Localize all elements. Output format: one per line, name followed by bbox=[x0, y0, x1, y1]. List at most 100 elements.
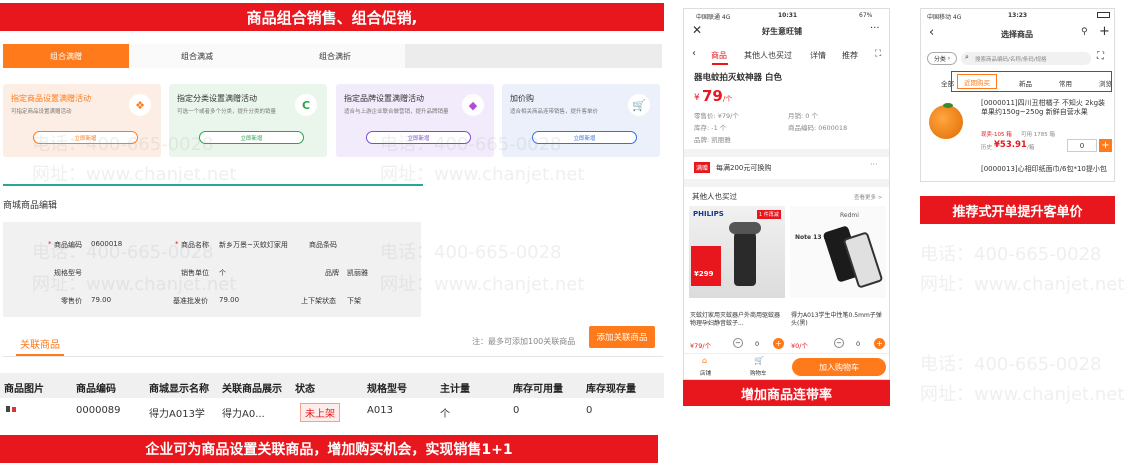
add-related-button[interactable]: 添加关联商品 bbox=[589, 326, 655, 348]
name-value: 新乡万景~灭蚊灯家用 bbox=[219, 241, 288, 249]
gift-icon: ❖ bbox=[129, 94, 151, 116]
bottom-banner: 企业可为商品设置关联商品，增加购买机会，实现销售1+1 bbox=[0, 435, 658, 463]
battery: 67% bbox=[859, 12, 873, 19]
promo-tag: 满赠 bbox=[694, 162, 711, 173]
store-icon[interactable]: ⌂ bbox=[702, 356, 707, 365]
add-now-button[interactable]: 立即新增 bbox=[199, 131, 304, 144]
col-model: 规格型号 bbox=[367, 384, 407, 395]
card-desc: 适合与上游企业联合做营销，提升品牌销量 bbox=[344, 109, 449, 115]
row-model: A013 bbox=[367, 405, 393, 416]
scan-icon[interactable]: ⛶ bbox=[875, 49, 881, 59]
price: 79 bbox=[702, 87, 723, 105]
nav-cart[interactable]: 购物车 bbox=[750, 369, 767, 377]
row-code: 0000089 bbox=[76, 405, 121, 416]
brand: 品牌: 凯丽雅 bbox=[694, 136, 731, 144]
row-unit: 个 bbox=[440, 409, 450, 420]
add-now-button[interactable]: 立即新增 bbox=[33, 131, 138, 144]
red-badge bbox=[691, 246, 721, 286]
price-symbol: ¥ bbox=[694, 93, 700, 103]
model-label: 规格型号 bbox=[54, 269, 82, 277]
unit-label: 销售单位 bbox=[181, 269, 209, 277]
card-title: 指定品牌设置满赠活动 bbox=[344, 94, 424, 103]
search-input[interactable]: ⌕ 搜索商品编码/名称/条码/规格 bbox=[961, 52, 1091, 65]
category-label: 分类 bbox=[933, 56, 946, 63]
recommended-item[interactable]: PHILIPS 1 件再减 ¥299 灭蚊灯家用灭蚊器户外商用驱蚊器物理孕妇静音… bbox=[689, 206, 785, 350]
add-icon[interactable]: + bbox=[1099, 24, 1110, 39]
watermark-web: 网址：www.chanjet.net bbox=[32, 164, 237, 185]
add-to-cart-button[interactable]: 加入购物车 bbox=[792, 358, 886, 376]
add-now-button[interactable]: 立即新增 bbox=[532, 131, 637, 144]
others-title: 其他人也买过 bbox=[692, 192, 737, 201]
close-icon[interactable]: ✕ bbox=[692, 23, 702, 37]
code-value: 0600018 bbox=[91, 240, 123, 248]
col-image: 商品图片 bbox=[4, 384, 44, 395]
back-icon[interactable]: ‹ bbox=[929, 25, 934, 40]
filter-icon[interactable]: ⚲ bbox=[1081, 27, 1088, 37]
name-label: 商品名称 bbox=[181, 241, 209, 249]
product-thumbnail bbox=[6, 406, 20, 414]
watermark-phone: 电话：400-665-0028 bbox=[920, 354, 1102, 375]
plus-button[interactable]: + bbox=[773, 338, 784, 349]
shaver-icon bbox=[734, 228, 756, 286]
search-placeholder: 搜索商品编码/名称/条码/规格 bbox=[975, 57, 1047, 63]
watermark-phone: 电话：400-665-0028 bbox=[920, 244, 1102, 265]
item-qty[interactable]: 0 bbox=[1067, 139, 1097, 152]
recommended-item[interactable]: Redmi Note 13 5G 得力A013学生中性笔0.5mm子弹头(黑) … bbox=[790, 206, 886, 350]
scan-icon[interactable]: ⛶ bbox=[1097, 51, 1104, 62]
card-title: 指定商品设置满赠活动 bbox=[11, 94, 91, 103]
list-item[interactable]: [0000011]四川丑柑橘子 不知火 2kg装 单果约150g~250g 新鲜… bbox=[921, 95, 1114, 161]
price-unit: /个 bbox=[723, 95, 733, 103]
tab-related-products[interactable]: 关联商品 bbox=[20, 336, 60, 351]
unit-value: 个 bbox=[219, 269, 226, 277]
item-badge-price: ¥299 bbox=[694, 270, 714, 278]
plus-button[interactable]: + bbox=[874, 338, 885, 349]
retail-value: 79.00 bbox=[91, 296, 112, 304]
col-display-name: 商城显示名称 bbox=[149, 384, 209, 395]
minus-button[interactable]: − bbox=[834, 338, 844, 348]
row-available: 0 bbox=[513, 405, 520, 416]
check-circle-icon: C bbox=[295, 94, 317, 116]
tab-product[interactable]: 商品 bbox=[711, 50, 727, 61]
status-value: 下架 bbox=[347, 297, 361, 305]
phone-front-icon bbox=[842, 231, 884, 289]
tab-detail[interactable]: 详情 bbox=[810, 50, 826, 61]
history-unit: /箱 bbox=[1027, 145, 1035, 151]
item-brand: PHILIPS bbox=[693, 210, 724, 218]
tab-recommend[interactable]: 推荐 bbox=[842, 50, 858, 61]
nav-store[interactable]: 店铺 bbox=[700, 369, 711, 377]
carrier: 中国移动 4G bbox=[927, 14, 962, 21]
plus-button[interactable]: + bbox=[1099, 139, 1112, 152]
watermark-web: 网址：www.chanjet.net bbox=[920, 274, 1125, 295]
category-button[interactable]: 分类 › bbox=[927, 52, 957, 65]
retail-label: 零售价 bbox=[61, 297, 82, 305]
minus-button[interactable]: − bbox=[733, 338, 743, 348]
tab-combo-gift[interactable]: 组合满赠 bbox=[3, 44, 129, 68]
item-name: [0000013]心相印纸面巾/6包*10提小包 bbox=[981, 165, 1107, 173]
top-banner: 商品组合销售、组合促销, bbox=[0, 3, 664, 31]
store-title: 好生意旺铺 bbox=[762, 27, 802, 36]
product-name: 器电蚊拍灭蚊神器 白色 bbox=[694, 73, 782, 83]
item-qty[interactable]: 0 bbox=[856, 340, 860, 348]
diamond-icon: ◆ bbox=[462, 94, 484, 116]
card-desc: 适合相关商品连带销售，提升客单价 bbox=[510, 109, 599, 115]
promo-more-icon[interactable]: ··· bbox=[870, 160, 878, 169]
tab-underline bbox=[712, 63, 728, 65]
phone2-caption: 推荐式开单提升客单价 bbox=[920, 196, 1115, 224]
orange-fruit-icon bbox=[929, 105, 963, 139]
tab-combo-percent[interactable]: 组合满折 bbox=[265, 44, 405, 68]
item-image: Redmi Note 13 5G bbox=[790, 206, 886, 298]
tab-divider bbox=[3, 356, 663, 357]
item-name: [0000011]四川丑柑橘子 不知火 2kg装 单果约150g~250g 新鲜… bbox=[981, 99, 1106, 116]
row-name: 得力A013学 bbox=[149, 409, 205, 420]
cart-icon[interactable]: 🛒 bbox=[754, 356, 764, 365]
more-icon[interactable]: ··· bbox=[870, 23, 880, 34]
tab-combo-discount[interactable]: 组合满减 bbox=[129, 44, 265, 68]
teal-divider bbox=[3, 184, 423, 186]
card-addon-purchase: 加价购 适合相关商品连带销售，提升客单价 🛒 立即新增 bbox=[502, 84, 660, 157]
tab-others[interactable]: 其他人也买过 bbox=[744, 50, 792, 61]
add-now-button[interactable]: 立即新增 bbox=[366, 131, 471, 144]
item-qty[interactable]: 0 bbox=[755, 340, 759, 348]
see-more-link[interactable]: 查看更多 > bbox=[854, 193, 882, 201]
back-icon[interactable]: ‹ bbox=[692, 48, 696, 59]
leaf-icon bbox=[943, 103, 953, 108]
